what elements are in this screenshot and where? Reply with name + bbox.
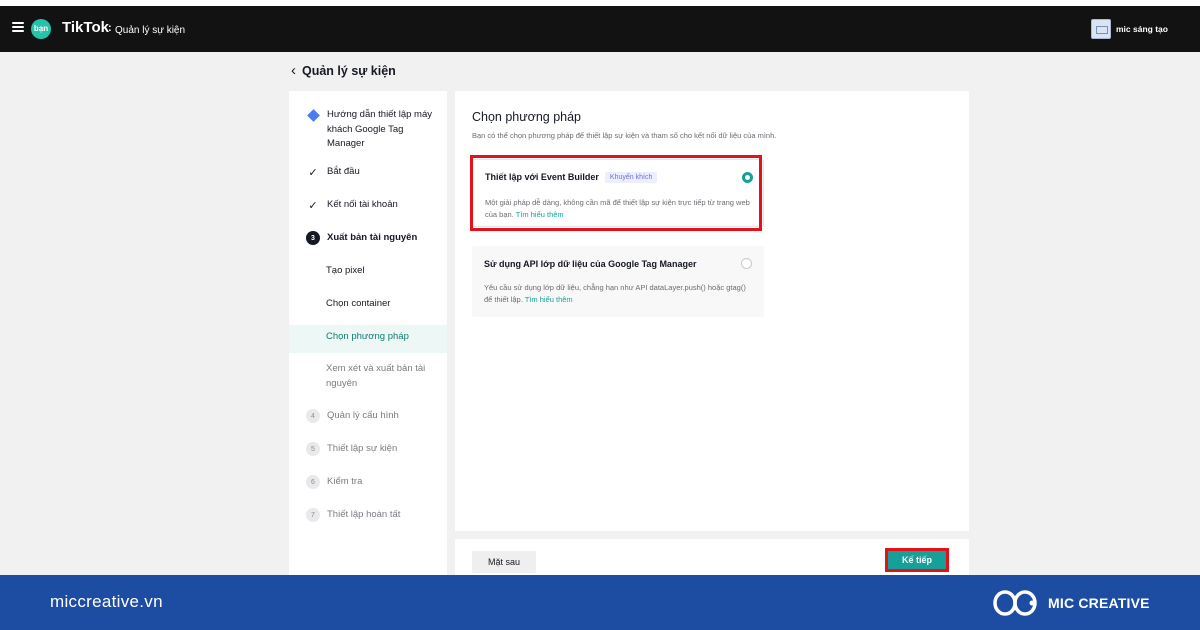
sidebar-step-config[interactable]: 4 Quản lý cấu hình (306, 409, 432, 424)
option-radio[interactable] (741, 258, 752, 269)
option-title: Sử dụng API lớp dữ liệu của Google Tag M… (484, 259, 697, 269)
footer-actions: Mặt sau Kế tiếp (455, 539, 969, 579)
tiktok-logo[interactable]: TikTok (62, 19, 109, 36)
sidebar-step-guide[interactable]: Hướng dẫn thiết lập máy khách Google Tag… (306, 108, 432, 152)
back-button[interactable]: Mặt sau (472, 551, 536, 573)
sidebar-substep-create-pixel[interactable]: Tạo pixel (326, 264, 434, 279)
top-navigation-bar: bạn TikTok : Quản lý sự kiện mic sáng tạ… (0, 6, 1200, 52)
section-title: Chọn phương pháp (472, 110, 582, 124)
step-label: Kiểm tra (327, 476, 363, 487)
step-label: Xuất bản tài nguyên (327, 232, 418, 243)
check-icon: ✓ (308, 166, 318, 179)
step-number-badge: 7 (306, 508, 320, 522)
infinity-logo-icon (993, 590, 1037, 616)
sidebar-step-test[interactable]: 6 Kiểm tra (306, 475, 432, 490)
setup-steps-sidebar: Hướng dẫn thiết lập máy khách Google Tag… (289, 91, 447, 575)
brand-banner: miccreative.vn MIC CREATIVE (0, 575, 1200, 630)
diamond-icon (306, 108, 320, 122)
site-url: miccreative.vn (50, 592, 163, 611)
learn-more-link[interactable]: Tìm hiểu thêm (525, 295, 573, 304)
sidebar-step-connect-account[interactable]: ✓ Kết nối tài khoản (306, 198, 432, 213)
sidebar-step-events[interactable]: 5 Thiết lập sự kiện (306, 442, 432, 457)
chevron-left-icon: ‹ (291, 62, 296, 79)
logo-text: MIC CREATIVE (1048, 595, 1150, 611)
mic-creative-logo: MIC CREATIVE (992, 588, 1150, 618)
step-label: Bắt đầu (327, 166, 360, 177)
option-description-text: Yêu cầu sử dụng lớp dữ liệu, chẳng hạn n… (484, 283, 746, 304)
account-name: mic sáng tạo (1116, 24, 1168, 34)
step-label: Hướng dẫn thiết lập máy khách Google Tag… (327, 109, 433, 149)
next-button[interactable]: Kế tiếp (885, 548, 949, 572)
sidebar-step-complete[interactable]: 7 Thiết lập hoàn tất (306, 508, 432, 523)
hamburger-menu-icon[interactable] (12, 22, 24, 32)
app-section-title: Quản lý sự kiện (115, 25, 186, 36)
account-menu[interactable]: mic sáng tạo (1091, 19, 1168, 39)
check-icon: ✓ (308, 199, 318, 212)
step-number-badge: 4 (306, 409, 320, 423)
sidebar-step-start[interactable]: ✓ Bắt đầu (306, 165, 432, 180)
page-title: Quản lý sự kiện (302, 63, 396, 78)
sidebar-substep-review-publish[interactable]: Xem xét và xuất bản tài nguyên (326, 362, 434, 391)
option-description: Yêu cầu sử dụng lớp dữ liệu, chẳng hạn n… (484, 282, 754, 306)
sidebar-substep-choose-method[interactable]: Chọn phương pháp (326, 330, 434, 345)
option-gtm-datalayer-api[interactable]: Sử dụng API lớp dữ liệu của Google Tag M… (472, 246, 764, 317)
step-number-badge: 5 (306, 442, 320, 456)
brand-badge[interactable]: bạn (31, 19, 51, 39)
annotation-highlight-box (470, 155, 762, 231)
step-label: Quản lý cấu hình (327, 410, 399, 421)
brand-separator: : (108, 22, 112, 34)
step-number-badge: 6 (306, 475, 320, 489)
sidebar-step-publish-resources[interactable]: 3 Xuất bản tài nguyên (306, 231, 432, 246)
back-link[interactable]: ‹ Quản lý sự kiện (291, 63, 396, 78)
step-label: Thiết lập sự kiện (327, 443, 398, 454)
sidebar-substep-choose-container[interactable]: Chọn container (326, 297, 434, 312)
section-description: Bạn có thể chọn phương pháp để thiết lập… (472, 131, 777, 140)
step-number-badge: 3 (306, 231, 320, 245)
avatar (1091, 19, 1111, 39)
step-label: Thiết lập hoàn tất (327, 509, 401, 520)
step-label: Kết nối tài khoản (327, 199, 398, 210)
